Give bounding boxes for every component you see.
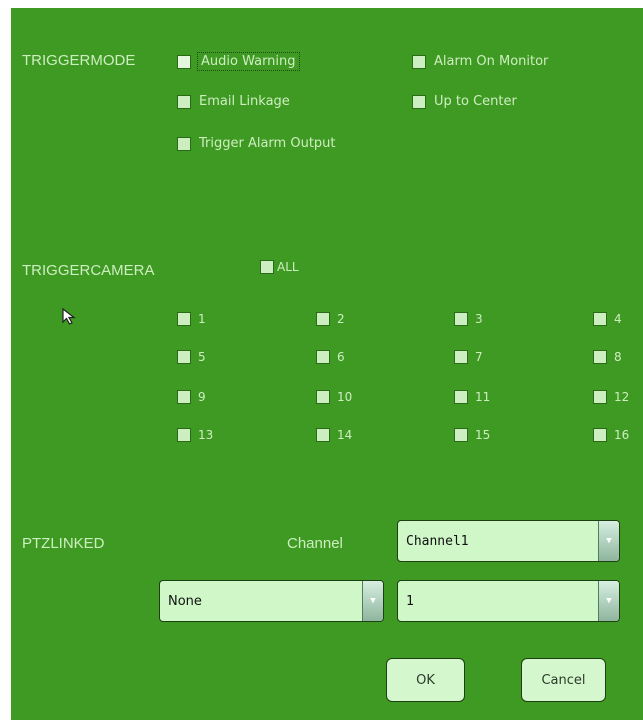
checkbox-label: 9 [198, 390, 206, 404]
checkbox-label: Alarm On Monitor [434, 54, 549, 69]
checkbox-box [316, 428, 330, 442]
checkbox-box [454, 390, 468, 404]
checkbox-box [177, 94, 191, 109]
audio-warning-checkbox[interactable]: Audio Warning [177, 52, 300, 71]
camera-checkbox-7[interactable]: 7 [454, 350, 483, 364]
chevron-down-icon[interactable]: ▼ [362, 581, 383, 621]
checkbox-box [316, 350, 330, 364]
checkbox-label: Audio Warning [197, 52, 300, 71]
camera-checkbox-16[interactable]: 16 [593, 428, 629, 442]
camera-checkbox-5[interactable]: 5 [177, 350, 206, 364]
checkbox-label: 6 [337, 350, 345, 364]
checkbox-label: 3 [475, 312, 483, 326]
checkbox-label: Email Linkage [199, 94, 290, 109]
checkbox-box [593, 428, 607, 442]
checkbox-box [177, 390, 191, 404]
ptz-linked-label: PTZLINKED [22, 535, 105, 552]
camera-checkbox-11[interactable]: 11 [454, 390, 490, 404]
checkbox-box [316, 312, 330, 326]
camera-checkbox-12[interactable]: 12 [593, 390, 629, 404]
checkbox-label: 15 [475, 428, 491, 442]
camera-checkbox-3[interactable]: 3 [454, 312, 483, 326]
checkbox-label: 11 [475, 390, 491, 404]
ptz-mode-select-value: None [168, 593, 202, 609]
ptz-preset-select-value: 1 [406, 593, 414, 609]
checkbox-box [454, 428, 468, 442]
checkbox-box [316, 390, 330, 404]
checkbox-label: 12 [614, 390, 630, 404]
checkbox-box [177, 350, 191, 364]
alarm-on-monitor-checkbox[interactable]: Alarm On Monitor [412, 54, 548, 69]
checkbox-label: 13 [198, 428, 214, 442]
checkbox-label: 2 [337, 312, 345, 326]
checkbox-label: 14 [337, 428, 353, 442]
checkbox-label: Trigger Alarm Output [199, 136, 336, 151]
trigger-mode-label: TRIGGERMODE [22, 52, 136, 69]
checkbox-box [177, 312, 191, 326]
trigger-camera-label: TRIGGERCAMERA [22, 262, 155, 279]
camera-checkbox-9[interactable]: 9 [177, 390, 206, 404]
checkbox-box [593, 350, 607, 364]
ok-button[interactable]: OK [386, 658, 465, 702]
chevron-down-icon[interactable]: ▼ [598, 581, 619, 621]
channel-select[interactable]: Channel1 ▼ [397, 520, 620, 562]
checkbox-label: 5 [198, 350, 206, 364]
checkbox-box [260, 260, 274, 274]
camera-checkbox-6[interactable]: 6 [316, 350, 345, 364]
chevron-down-icon[interactable]: ▼ [598, 521, 619, 561]
checkbox-box [593, 390, 607, 404]
checkbox-label: 1 [198, 312, 206, 326]
checkbox-label: Up to Center [434, 94, 517, 109]
camera-checkbox-15[interactable]: 15 [454, 428, 490, 442]
checkbox-box [454, 350, 468, 364]
camera-checkbox-10[interactable]: 10 [316, 390, 352, 404]
ptz-mode-select[interactable]: None ▼ [159, 580, 384, 622]
channel-select-value: Channel1 [406, 533, 469, 549]
email-linkage-checkbox[interactable]: Email Linkage [177, 94, 290, 109]
checkbox-box [177, 136, 191, 151]
up-to-center-checkbox[interactable]: Up to Center [412, 94, 517, 109]
cancel-button[interactable]: Cancel [521, 658, 606, 702]
checkbox-label: 7 [475, 350, 483, 364]
checkbox-box [412, 94, 426, 109]
checkbox-label: 16 [614, 428, 630, 442]
checkbox-box [593, 312, 607, 326]
camera-checkbox-2[interactable]: 2 [316, 312, 345, 326]
camera-checkbox-8[interactable]: 8 [593, 350, 622, 364]
all-cameras-checkbox[interactable]: ALL [260, 260, 299, 274]
arrow-cursor-icon [62, 307, 76, 325]
camera-checkbox-14[interactable]: 14 [316, 428, 352, 442]
checkbox-box [412, 54, 426, 69]
camera-checkbox-13[interactable]: 13 [177, 428, 213, 442]
camera-checkbox-1[interactable]: 1 [177, 312, 206, 326]
checkbox-label: 10 [337, 390, 353, 404]
checkbox-box [177, 54, 191, 69]
checkbox-label: 4 [614, 312, 622, 326]
checkbox-box [454, 312, 468, 326]
channel-label: Channel [287, 535, 343, 552]
trigger-alarm-output-checkbox[interactable]: Trigger Alarm Output [177, 136, 336, 151]
checkbox-label: 8 [614, 350, 622, 364]
ptz-preset-select[interactable]: 1 ▼ [397, 580, 620, 622]
checkbox-box [177, 428, 191, 442]
camera-checkbox-4[interactable]: 4 [593, 312, 622, 326]
checkbox-label: ALL [277, 260, 299, 274]
